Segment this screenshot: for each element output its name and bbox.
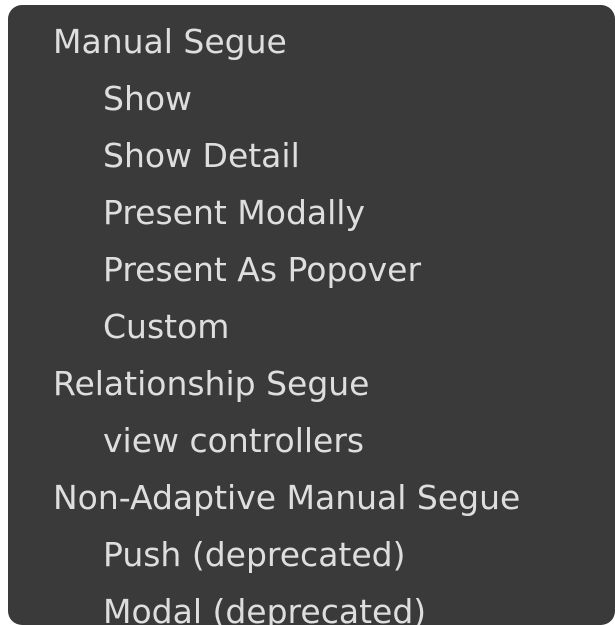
- section-header-manual-segue: Manual Segue: [53, 22, 287, 61]
- menu-item-view-controllers[interactable]: view controllers: [8, 412, 615, 469]
- segue-context-menu: Manual Segue Show Show Detail Present Mo…: [8, 5, 615, 625]
- menu-item-present-modally[interactable]: Present Modally: [8, 184, 615, 241]
- menu-item-present-as-popover[interactable]: Present As Popover: [8, 241, 615, 298]
- segue-menu-list: Manual Segue Show Show Detail Present Mo…: [8, 5, 615, 625]
- menu-item-push-deprecated[interactable]: Push (deprecated): [8, 526, 615, 583]
- section-header-non-adaptive-manual-segue: Non-Adaptive Manual Segue: [53, 478, 521, 517]
- section-header-relationship-segue: Relationship Segue: [53, 364, 370, 403]
- menu-item-show[interactable]: Show: [8, 70, 615, 127]
- menu-item-modal-deprecated[interactable]: Modal (deprecated): [8, 583, 615, 625]
- menu-item-custom[interactable]: Custom: [8, 298, 615, 355]
- menu-item-show-detail[interactable]: Show Detail: [8, 127, 615, 184]
